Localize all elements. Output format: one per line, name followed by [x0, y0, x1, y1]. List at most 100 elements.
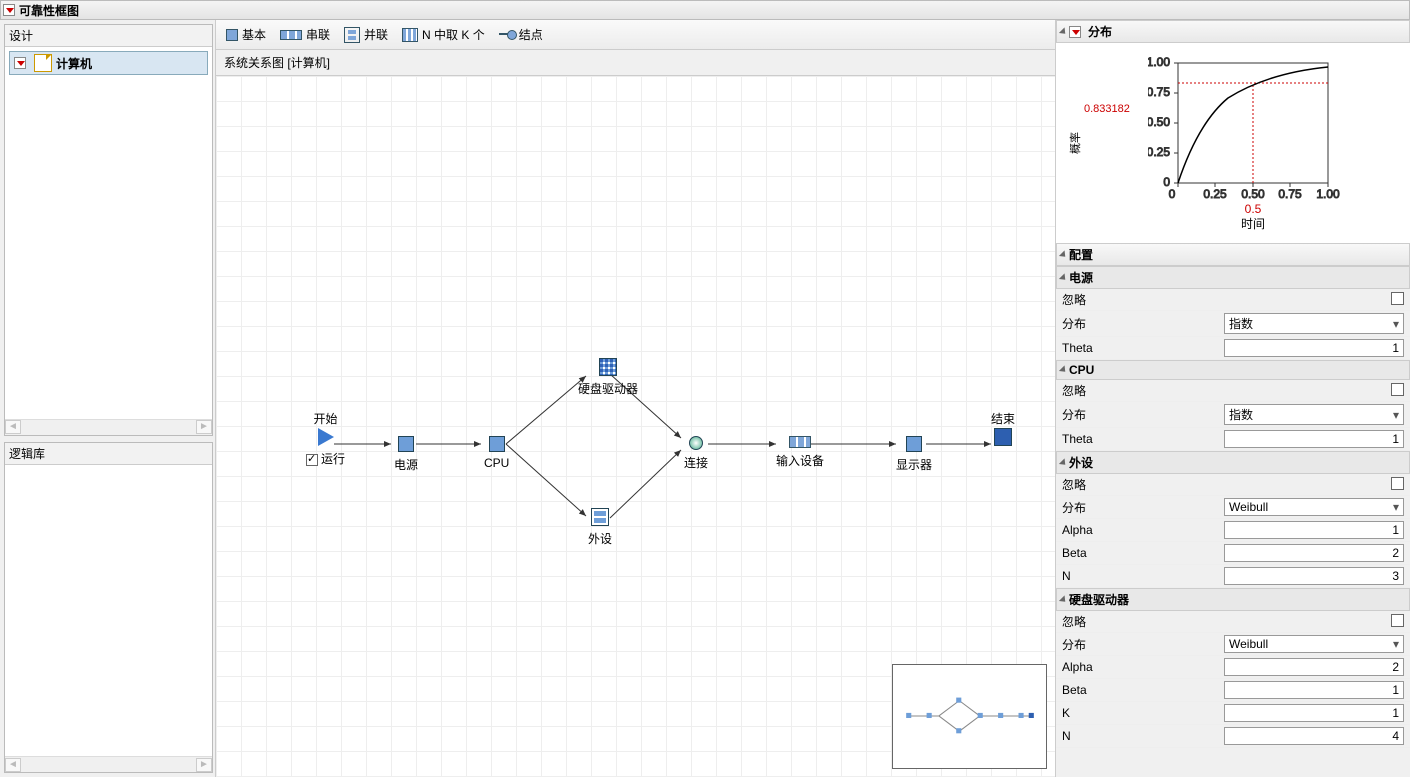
scroll-left-icon[interactable]: ◄: [5, 758, 21, 772]
disclose-icon: [1059, 250, 1068, 259]
input-periph-beta[interactable]: 2: [1224, 544, 1404, 562]
checkbox-cpu-ignore[interactable]: [1391, 383, 1404, 396]
scroll-right-icon[interactable]: ►: [196, 420, 212, 434]
disclose-icon: [1059, 365, 1068, 374]
node-start-run: 运行: [306, 450, 345, 467]
svg-text:0.50: 0.50: [1241, 187, 1265, 201]
input-hdd-beta[interactable]: 1: [1224, 681, 1404, 699]
parallel-icon: [344, 27, 360, 43]
input-periph-alpha[interactable]: 1: [1224, 521, 1404, 539]
node-start-above: 开始: [313, 410, 337, 427]
collapse-icon[interactable]: [1069, 26, 1081, 38]
svg-text:0: 0: [1163, 175, 1170, 189]
row-hdd-n: N4: [1056, 725, 1410, 748]
node-connect[interactable]: 连接: [684, 436, 708, 471]
section-hdd-header[interactable]: 硬盘驱动器: [1056, 588, 1410, 611]
row-cpu-theta: Theta1: [1056, 428, 1410, 451]
tool-kofn[interactable]: N 中取 K 个: [402, 26, 485, 43]
series-icon: [280, 30, 302, 40]
diagram-title: 系统关系图 [计算机]: [216, 50, 1055, 75]
disclose-icon: [1059, 595, 1068, 604]
input-hdd-k[interactable]: 1: [1224, 704, 1404, 722]
select-periph-dist[interactable]: Weibull: [1224, 498, 1404, 516]
section-periph-header[interactable]: 外设: [1056, 451, 1410, 474]
section-power-header[interactable]: 电源: [1056, 266, 1410, 289]
node-power[interactable]: 电源: [394, 436, 418, 473]
row-periph-ignore: 忽略: [1056, 474, 1410, 496]
document-icon: [34, 54, 52, 72]
window-titlebar: 可靠性框图: [0, 0, 1410, 20]
select-hdd-dist[interactable]: Weibull: [1224, 635, 1404, 653]
row-periph-n: N3: [1056, 565, 1410, 588]
node-start[interactable]: 开始 运行: [306, 428, 345, 467]
row-hdd-dist: 分布Weibull: [1056, 633, 1410, 656]
dist-panel-header[interactable]: 分布: [1056, 20, 1410, 43]
checkbox-hdd-ignore[interactable]: [1391, 614, 1404, 627]
input-power-theta[interactable]: 1: [1224, 339, 1404, 357]
series-icon: [789, 436, 811, 448]
tool-parallel[interactable]: 并联: [344, 26, 388, 43]
row-periph-alpha: Alpha1: [1056, 519, 1410, 542]
disclose-icon: [1059, 27, 1068, 36]
tool-basic[interactable]: 基本: [226, 26, 266, 43]
tool-knot[interactable]: 结点: [499, 26, 543, 43]
row-cpu-ignore: 忽略: [1056, 380, 1410, 402]
select-cpu-dist[interactable]: 指数: [1224, 404, 1404, 425]
diagram-toolbar: 基本 串联 并联 N 中取 K 个 结点: [216, 20, 1055, 50]
kofn-icon: [402, 28, 418, 42]
row-power-theta: Theta1: [1056, 337, 1410, 360]
minimap[interactable]: [892, 664, 1047, 769]
section-cpu-header[interactable]: CPU: [1056, 360, 1410, 380]
row-power-dist: 分布指数: [1056, 311, 1410, 337]
checkbox-periph-ignore[interactable]: [1391, 477, 1404, 490]
row-hdd-k: K1: [1056, 702, 1410, 725]
input-cpu-theta[interactable]: 1: [1224, 430, 1404, 448]
scroll-left-icon[interactable]: ◄: [5, 420, 21, 434]
svg-text:0.75: 0.75: [1148, 85, 1170, 99]
chart-xmarker: 0.5: [1245, 202, 1262, 216]
svg-text:0: 0: [1169, 187, 1176, 201]
config-panel-header[interactable]: 配置: [1056, 243, 1410, 266]
checkbox-power-ignore[interactable]: [1391, 292, 1404, 305]
svg-text:0.25: 0.25: [1148, 145, 1170, 159]
knot-icon: [689, 436, 703, 450]
input-hdd-alpha[interactable]: 2: [1224, 658, 1404, 676]
square-icon: [398, 436, 414, 452]
svg-text:1.00: 1.00: [1148, 55, 1170, 69]
input-periph-n[interactable]: 3: [1224, 567, 1404, 585]
node-hdd[interactable]: 硬盘驱动器: [578, 358, 638, 397]
square-icon: [489, 436, 505, 452]
row-hdd-alpha: Alpha2: [1056, 656, 1410, 679]
row-hdd-ignore: 忽略: [1056, 611, 1410, 633]
window-title: 可靠性框图: [19, 2, 79, 19]
node-input[interactable]: 输入设备: [776, 436, 824, 469]
node-peripheral[interactable]: 外设: [588, 508, 612, 547]
design-scrollbar[interactable]: ◄ ►: [5, 419, 212, 435]
row-cpu-dist: 分布指数: [1056, 402, 1410, 428]
node-display[interactable]: 显示器: [896, 436, 932, 473]
tree-item-computer[interactable]: 计算机: [9, 51, 208, 75]
parallel-icon: [591, 508, 609, 526]
logic-scrollbar[interactable]: ◄ ►: [5, 756, 212, 772]
tree-item-label: 计算机: [56, 55, 92, 72]
row-periph-dist: 分布Weibull: [1056, 496, 1410, 519]
square-icon: [906, 436, 922, 452]
node-end-above: 结束: [991, 410, 1015, 427]
diagram-canvas[interactable]: 开始 运行 电源 CPU 硬盘驱动器 外设 连接: [216, 75, 1055, 777]
play-icon: [318, 428, 334, 446]
tree-expand-icon[interactable]: [14, 57, 26, 69]
node-end[interactable]: 结束: [994, 428, 1012, 450]
tool-series[interactable]: 串联: [280, 26, 330, 43]
disclose-icon: [1059, 458, 1068, 467]
input-hdd-n[interactable]: 4: [1224, 727, 1404, 745]
select-power-dist[interactable]: 指数: [1224, 313, 1404, 334]
basic-icon: [226, 29, 238, 41]
node-cpu[interactable]: CPU: [484, 436, 509, 470]
logic-library-panel: 逻辑库 ◄ ►: [4, 442, 213, 773]
checkbox-icon[interactable]: [306, 454, 318, 466]
collapse-icon[interactable]: [3, 4, 15, 16]
scroll-right-icon[interactable]: ►: [196, 758, 212, 772]
distribution-chart: 概率 0.833182 0 0.25 0.50 0.75 1.00 0 0.25…: [1056, 43, 1410, 243]
logic-panel-header: 逻辑库: [5, 443, 212, 465]
svg-text:1.00: 1.00: [1316, 187, 1340, 201]
